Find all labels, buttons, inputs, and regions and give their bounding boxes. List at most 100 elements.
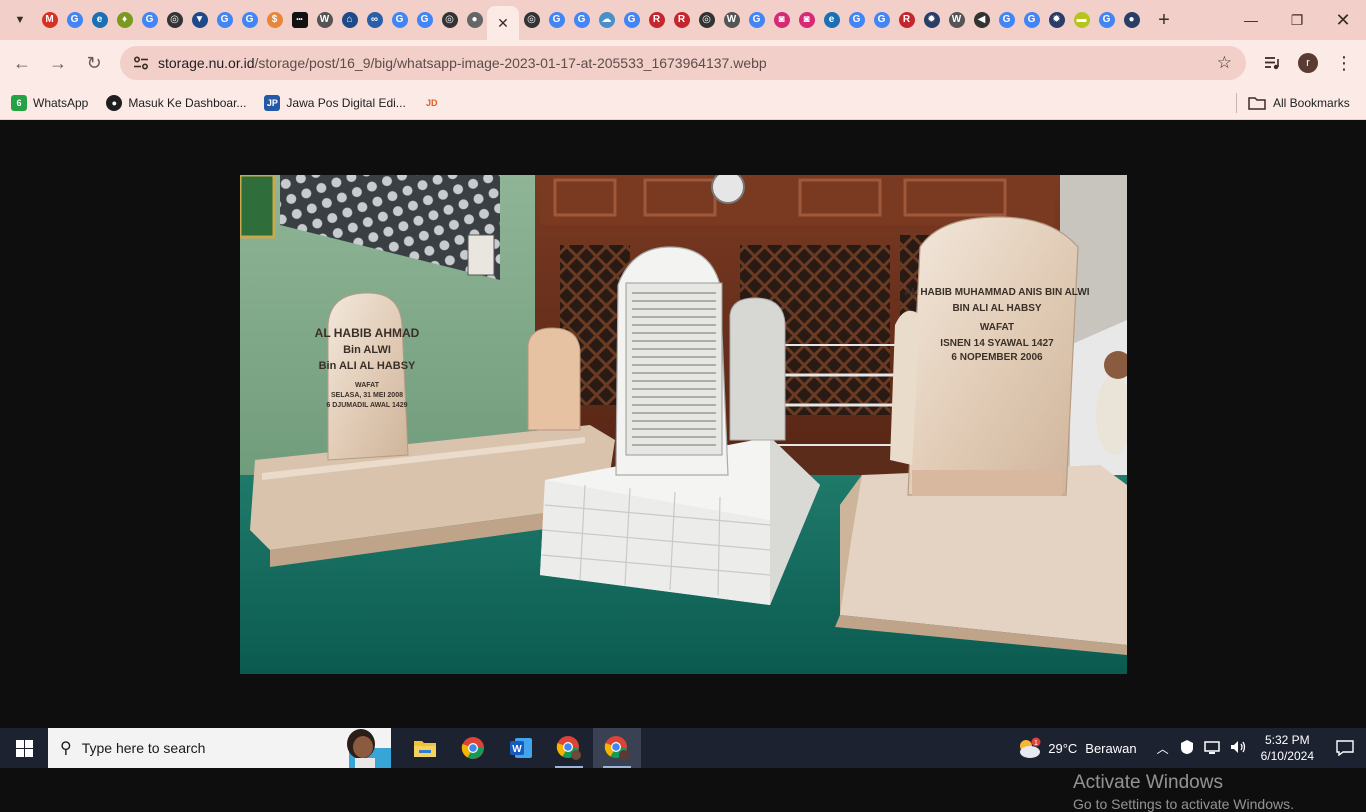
bookmark-jdih[interactable]: JD [417,89,453,117]
google-icon: G [1098,12,1115,28]
tab-google[interactable]: G [744,0,769,40]
tab-google[interactable]: G [1019,0,1044,40]
all-bookmarks-button[interactable]: All Bookmarks [1248,89,1350,117]
word-icon: W [510,738,532,758]
tab-ring[interactable]: ◎ [162,0,187,40]
network-icon[interactable] [1203,739,1221,758]
tab-ring[interactable]: ◎ [694,0,719,40]
tab-gmail[interactable]: M [37,0,62,40]
bookmark-github[interactable]: ● Masuk Ke Dashboar... [99,89,253,117]
taskbar-file-explorer[interactable] [401,728,449,768]
dollar-icon: $ [266,12,283,28]
tab-google[interactable]: G [212,0,237,40]
weather-temp: 29°C [1048,740,1078,756]
tab-ring[interactable]: ◎ [519,0,544,40]
weather-badge: 1 [1034,740,1038,747]
bookmark-whatsapp[interactable]: 6 WhatsApp [4,89,95,117]
site-info-button[interactable] [126,56,156,70]
ring-icon: ◎ [166,12,183,28]
google-icon: G [416,12,433,28]
tab-google[interactable]: G [62,0,87,40]
profile-button[interactable]: r [1291,46,1325,80]
back-button[interactable]: ← [5,46,39,80]
chevron-up-icon[interactable]: ︿ [1157,740,1169,757]
tab-google[interactable]: G [137,0,162,40]
tv-icon: ▬ [1073,12,1090,28]
tab-google[interactable]: G [412,0,437,40]
bookmark-jawapos[interactable]: JP Jawa Pos Digital Edi... [257,89,412,117]
left-stone-line-3: Bin ALI AL HABSY [319,360,416,372]
tab-r[interactable]: R [894,0,919,40]
start-button[interactable] [0,728,48,768]
tab-globe[interactable]: ● [462,0,487,40]
close-icon[interactable]: ✕ [497,15,509,32]
grave-photo[interactable]: AL HABIB AHMAD Bin ALWI Bin ALI AL HABSY… [240,175,1127,674]
address-bar[interactable]: storage.nu.or.id/storage/post/16_9/big/w… [120,46,1246,80]
tab-google[interactable]: G [619,0,644,40]
tab-wikipedia[interactable]: W [719,0,744,40]
tab-dots[interactable]: ••• [287,0,312,40]
tab-r[interactable]: R [669,0,694,40]
bookmarks-separator [1236,93,1237,113]
tab-instagram[interactable]: ◙ [769,0,794,40]
search-icon: ⚲ [60,740,72,757]
taskbar-clock[interactable]: 5:32 PM 6/10/2024 [1261,732,1314,764]
tab-wikipedia[interactable]: W [312,0,337,40]
tab-settings[interactable]: ✹ [1044,0,1069,40]
security-icon[interactable] [1179,739,1195,758]
bookmarks-bar: 6 WhatsApp ● Masuk Ke Dashboar... JP Jawa Pos… [0,86,1366,120]
tab-settings[interactable]: ✹ [919,0,944,40]
taskbar-chrome-profile-r[interactable] [593,728,641,768]
close-window-button[interactable]: ✕ [1320,0,1366,40]
taskbar-chrome-profile-h[interactable] [545,728,593,768]
tab-google[interactable]: G [994,0,1019,40]
notifications-button[interactable] [1324,740,1366,756]
tab-badge[interactable]: ● [1119,0,1144,40]
tab-google[interactable]: G [869,0,894,40]
new-tab-button[interactable]: + [1150,6,1178,34]
bookmark-star-icon[interactable]: ☆ [1217,53,1232,73]
google-icon: G [1023,12,1040,28]
tab-google[interactable]: G [237,0,262,40]
reload-button[interactable]: ↻ [77,46,111,80]
tab-shield[interactable]: ♦ [112,0,137,40]
close-icon: ✕ [1335,9,1351,30]
dots-icon: ••• [291,12,308,28]
taskbar-chrome[interactable] [449,728,497,768]
tab-search-button[interactable]: ▼ [7,7,33,33]
tab-google[interactable]: G [387,0,412,40]
wikipedia-icon: W [316,12,333,28]
tab-ring[interactable]: ◎ [437,0,462,40]
tab-flag[interactable]: ▼ [187,0,212,40]
tab-active[interactable]: ✕ [487,6,519,40]
minimize-button[interactable]: — [1228,0,1274,40]
tab-edge[interactable]: e [87,0,112,40]
tab-google[interactable]: G [1094,0,1119,40]
tab-instagram[interactable]: ◙ [794,0,819,40]
media-control-button[interactable] [1255,46,1289,80]
taskbar-word[interactable]: W [497,728,545,768]
restore-button[interactable]: ❐ [1274,0,1320,40]
weather-widget[interactable]: 1 29°C Berawan [1016,737,1137,759]
forward-button[interactable]: → [41,46,75,80]
tab-edge[interactable]: e [819,0,844,40]
tab-cloud[interactable]: ☁ [594,0,619,40]
tab-home[interactable]: ⌂ [337,0,362,40]
google-icon: G [873,12,890,28]
tab-dollar[interactable]: $ [262,0,287,40]
taskbar-search[interactable]: ⚲ Type here to search [48,728,391,768]
tab-r[interactable]: R [644,0,669,40]
menu-button[interactable]: ⋮ [1327,46,1361,80]
google-icon: G [216,12,233,28]
tab-google[interactable]: G [569,0,594,40]
restore-icon: ❐ [1290,11,1304,28]
tab-tv[interactable]: ▬ [1069,0,1094,40]
volume-icon[interactable] [1229,739,1247,758]
tab-wikipedia[interactable]: W [944,0,969,40]
right-stone-line-2: BIN ALI AL HABSY [952,303,1041,314]
tab-google[interactable]: G [844,0,869,40]
tab-speaker[interactable]: ◀ [969,0,994,40]
r-icon: R [898,12,915,28]
tab-binoculars[interactable]: ∞ [362,0,387,40]
tab-google[interactable]: G [544,0,569,40]
